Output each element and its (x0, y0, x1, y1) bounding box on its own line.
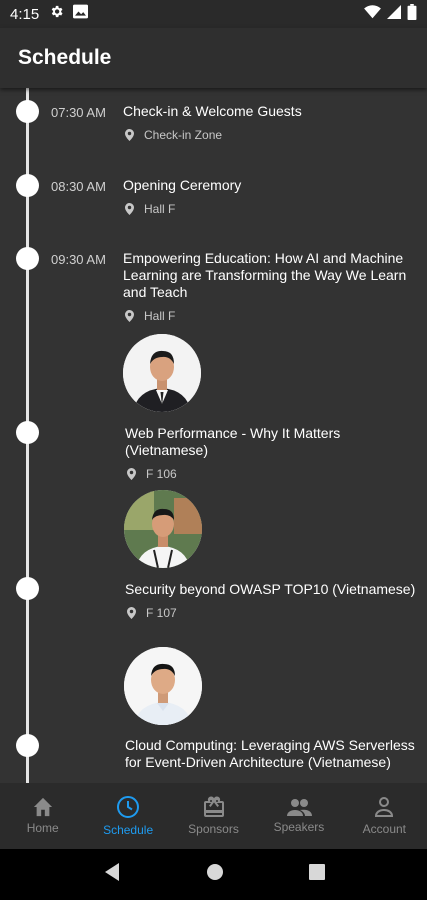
session-title: Check-in & Welcome Guests (123, 103, 302, 119)
location-label: Hall F (144, 309, 176, 323)
session-title: Opening Ceremory (123, 177, 242, 193)
timeline-dot (16, 247, 39, 270)
image-icon (72, 4, 89, 24)
location-pin-icon (127, 607, 136, 619)
bottom-navigation: Home Schedule Sponsors Speakers Account (0, 783, 427, 849)
timeline-dot (16, 174, 39, 197)
nav-label: Account (362, 822, 406, 836)
battery-icon (407, 3, 417, 25)
timeline-dot (16, 100, 39, 123)
location-label: F 107 (146, 606, 177, 620)
gift-icon (203, 796, 224, 817)
clock-icon (117, 796, 140, 818)
session-time: 08:30 AM (51, 179, 106, 194)
session-item[interactable]: Empowering Education: How AI and Machine… (123, 250, 423, 323)
recents-icon[interactable] (308, 864, 325, 885)
signal-icon (387, 4, 401, 24)
session-title: Empowering Education: How AI and Machine… (123, 250, 407, 300)
location-pin-icon (127, 468, 136, 480)
status-bar: 4:15 (0, 0, 427, 28)
home-icon (33, 797, 52, 817)
location-pin-icon (125, 129, 134, 141)
session-location: Hall F (123, 202, 423, 216)
wifi-icon (364, 4, 381, 24)
nav-label: Speakers (273, 820, 325, 834)
timeline-dot (16, 421, 39, 444)
page-title: Schedule (18, 46, 112, 69)
session-location: Check-in Zone (123, 128, 423, 142)
nav-label: Sponsors (188, 822, 239, 836)
settings-icon (49, 4, 64, 24)
nav-sponsors[interactable]: Sponsors (171, 783, 256, 849)
timeline-dot (16, 734, 39, 757)
session-item[interactable]: Security beyond OWASP TOP10 (Vietnamese)… (125, 581, 425, 620)
location-pin-icon (125, 310, 134, 322)
session-title: Web Performance - Why It Matters (Vietna… (125, 425, 341, 458)
app-bar: Schedule (0, 28, 427, 88)
session-title: Security beyond OWASP TOP10 (Vietnamese) (125, 581, 416, 597)
location-label: F 106 (146, 467, 177, 481)
session-item[interactable]: Web Performance - Why It Matters (Vietna… (125, 425, 425, 481)
schedule-list[interactable]: 07:30 AM Check-in & Welcome Guests Check… (0, 88, 427, 783)
location-pin-icon (125, 203, 134, 215)
nav-speakers[interactable]: Speakers (256, 783, 341, 849)
session-location: Hall F (123, 309, 423, 323)
nav-schedule[interactable]: Schedule (85, 783, 170, 849)
session-item[interactable]: Check-in & Welcome Guests Check-in Zone (123, 103, 423, 142)
location-label: Check-in Zone (144, 128, 223, 142)
session-time: 07:30 AM (51, 105, 106, 120)
session-item[interactable]: Opening Ceremory Hall F (123, 177, 423, 216)
system-navigation-bar (0, 849, 427, 900)
back-icon[interactable] (103, 862, 121, 887)
timeline-dot (16, 577, 39, 600)
people-icon (286, 799, 312, 816)
location-label: Hall F (144, 202, 176, 216)
nav-account[interactable]: Account (342, 783, 427, 849)
session-location: F 106 (125, 467, 425, 481)
speaker-avatar[interactable] (124, 647, 202, 725)
speaker-avatar[interactable] (123, 334, 201, 412)
home-button-icon[interactable] (206, 863, 224, 886)
nav-label: Home (26, 821, 59, 835)
session-time: 09:30 AM (51, 252, 106, 267)
status-time: 4:15 (10, 5, 40, 23)
nav-label: Schedule (103, 823, 154, 837)
session-title: Cloud Computing: Leveraging AWS Serverle… (125, 737, 415, 770)
speaker-avatar[interactable] (124, 490, 202, 568)
session-item[interactable]: Cloud Computing: Leveraging AWS Serverle… (125, 737, 425, 771)
person-icon (375, 797, 394, 817)
nav-home[interactable]: Home (0, 783, 85, 849)
session-location: F 107 (125, 606, 425, 620)
